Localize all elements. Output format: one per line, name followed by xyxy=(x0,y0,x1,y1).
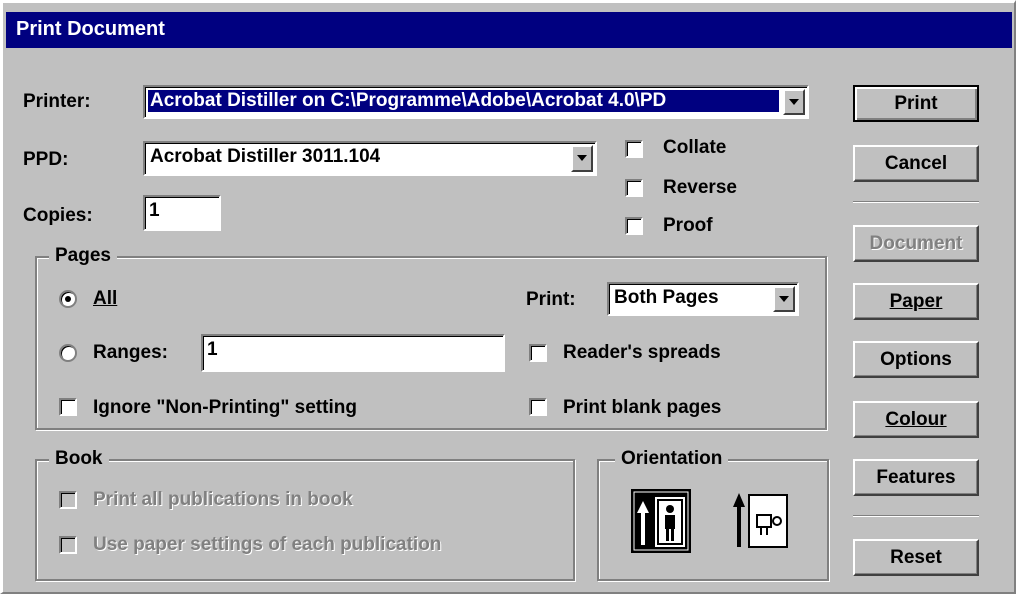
all-pages-label: All xyxy=(93,288,118,309)
book-group-title: Book xyxy=(49,448,109,470)
ranges-label: Ranges: xyxy=(93,342,168,363)
options-button[interactable]: Options xyxy=(853,341,979,378)
print-blank-pages-label: Print blank pages xyxy=(563,397,722,418)
all-pages-radio[interactable] xyxy=(59,290,77,308)
ranges-radio[interactable] xyxy=(59,344,77,362)
print-button[interactable]: Print xyxy=(853,85,979,122)
readers-spreads-checkbox[interactable] xyxy=(529,344,547,362)
print-all-publications-label: Print all publications in book xyxy=(93,489,353,510)
print-pages-dropdown-arrow-icon[interactable] xyxy=(773,286,795,312)
portrait-orientation-icon[interactable] xyxy=(631,489,691,553)
print-pages-select[interactable]: Both Pages xyxy=(607,282,799,316)
cancel-button[interactable]: Cancel xyxy=(853,145,979,182)
ppd-select-value: Acrobat Distiller 3011.104 xyxy=(150,146,381,167)
reset-button[interactable]: Reset xyxy=(853,539,979,576)
ppd-select[interactable]: Acrobat Distiller 3011.104 xyxy=(143,141,597,176)
pages-group-title: Pages xyxy=(49,245,117,267)
reverse-label: Reverse xyxy=(663,177,737,198)
collate-label: Collate xyxy=(663,137,727,158)
dialog-title: Print Document xyxy=(16,18,165,40)
proof-label: Proof xyxy=(663,215,713,236)
title-bar[interactable]: Print Document xyxy=(6,12,1012,48)
readers-spreads-label: Reader's spreads xyxy=(563,342,721,363)
print-pages-label: Print: xyxy=(526,289,576,310)
use-paper-settings-label: Use paper settings of each publication xyxy=(93,534,442,555)
copies-input[interactable]: 1 xyxy=(143,195,221,231)
print-all-publications-checkbox xyxy=(59,491,77,509)
reverse-checkbox[interactable] xyxy=(625,179,643,197)
ignore-nonprinting-checkbox[interactable] xyxy=(59,398,77,416)
colour-button[interactable]: Colour xyxy=(853,401,979,438)
ppd-dropdown-arrow-icon[interactable] xyxy=(571,145,593,172)
printer-select-value: Acrobat Distiller on C:\Programme\Adobe\… xyxy=(148,90,779,112)
printer-dropdown-arrow-icon[interactable] xyxy=(783,89,805,115)
printer-label: Printer: xyxy=(23,91,91,112)
orientation-group-title: Orientation xyxy=(615,448,729,470)
collate-checkbox[interactable] xyxy=(625,140,643,158)
printer-select[interactable]: Acrobat Distiller on C:\Programme\Adobe\… xyxy=(143,85,809,119)
features-button[interactable]: Features xyxy=(853,459,979,496)
proof-checkbox[interactable] xyxy=(625,217,643,235)
ignore-nonprinting-label: Ignore "Non-Printing" setting xyxy=(93,397,357,418)
ranges-input-value: 1 xyxy=(207,339,218,360)
paper-button[interactable]: Paper xyxy=(853,283,979,320)
ppd-label: PPD: xyxy=(23,149,69,170)
print-document-dialog: Print Document Printer: Acrobat Distille… xyxy=(0,0,1016,594)
use-paper-settings-checkbox xyxy=(59,536,77,554)
print-pages-select-value: Both Pages xyxy=(614,287,719,308)
buttons-separator xyxy=(853,201,979,203)
print-blank-pages-checkbox[interactable] xyxy=(529,398,547,416)
buttons-separator-lower xyxy=(853,515,979,517)
landscape-orientation-icon[interactable] xyxy=(731,489,791,553)
copies-label: Copies: xyxy=(23,205,93,226)
copies-input-value: 1 xyxy=(149,200,160,221)
document-button: Document xyxy=(853,225,979,262)
ranges-input[interactable]: 1 xyxy=(201,334,505,372)
book-group xyxy=(35,459,575,581)
